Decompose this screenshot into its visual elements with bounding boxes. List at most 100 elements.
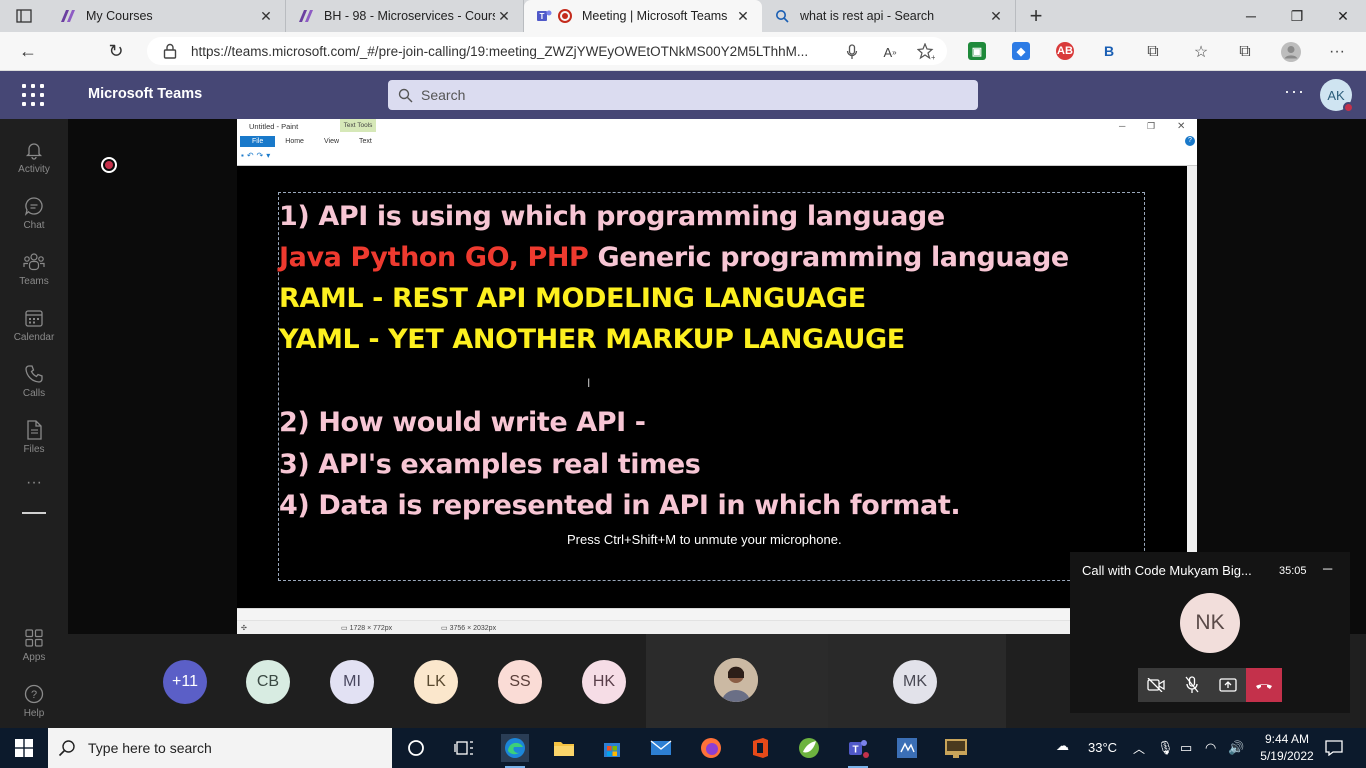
start-button[interactable] [0, 728, 48, 768]
teams-icon [23, 252, 45, 270]
read-aloud-icon[interactable]: A» [879, 41, 901, 63]
teams-search-input[interactable]: Search [388, 80, 978, 110]
rail-more-apps-button[interactable]: ··· [0, 457, 68, 509]
clock-time: 9:44 AM [1264, 732, 1310, 746]
bold-extension-icon[interactable]: B [1100, 42, 1118, 60]
store-icon[interactable] [598, 734, 626, 762]
participant-avatar[interactable]: MK [893, 660, 937, 704]
svg-text:?: ? [31, 689, 37, 701]
mail-icon[interactable] [647, 734, 675, 762]
cortana-icon[interactable] [402, 734, 430, 762]
participant-avatar[interactable]: CB [246, 660, 290, 704]
monitor-app-icon[interactable] [942, 734, 970, 762]
paint-window-title: Untitled - Paint [249, 122, 299, 131]
rail-item-activity[interactable]: Activity [0, 131, 68, 183]
address-bar-row: ← ↻ https://teams.microsoft.com/_#/pre-j… [0, 32, 1366, 71]
tab-title: My Courses [86, 9, 153, 23]
browser-tab-search[interactable]: what is rest api - Search ✕ [762, 0, 1016, 32]
rail-item-teams[interactable]: Teams [0, 243, 68, 295]
user-avatar[interactable]: AK [1320, 79, 1354, 113]
close-tab-icon[interactable]: ✕ [495, 8, 513, 25]
close-window-icon[interactable]: ✕ [1320, 0, 1366, 32]
participant-avatar[interactable]: HK [582, 660, 626, 704]
vscode-like-icon[interactable] [893, 734, 921, 762]
paint-menu-view[interactable]: View [314, 136, 349, 147]
teams-logo-icon: T [536, 8, 552, 24]
rail-item-calendar[interactable]: Calendar [0, 299, 68, 351]
battery-icon[interactable]: ▭ [1180, 740, 1192, 756]
tray-chevron-icon[interactable]: ︿ [1133, 740, 1145, 757]
minimize-call-icon[interactable]: ─ [1323, 561, 1332, 576]
extensions-puzzle-icon[interactable]: ⧉ [1142, 41, 1164, 63]
tray-microphone-icon[interactable]: 🎙 [1157, 740, 1174, 756]
paint-menu-home[interactable]: Home [275, 136, 314, 147]
browser-tab-my-courses[interactable]: My Courses ✕ [48, 0, 286, 32]
system-clock[interactable]: 9:44 AM 5/19/2022 [1256, 731, 1318, 765]
rail-item-files[interactable]: Files [0, 411, 68, 463]
close-tab-icon[interactable]: ✕ [987, 8, 1005, 25]
minimize-icon[interactable]: ─ [1228, 0, 1274, 32]
taskbar-search-input[interactable]: Type here to search [48, 728, 392, 768]
taskbar-search-placeholder: Type here to search [88, 740, 212, 756]
mute-hint: Press Ctrl+Shift+M to unmute your microp… [567, 532, 842, 547]
hang-up-button[interactable] [1246, 668, 1282, 702]
participant-photo[interactable] [714, 658, 758, 702]
microphone-icon[interactable] [841, 41, 863, 63]
svg-text:T: T [852, 745, 858, 756]
collections-icon[interactable]: ⧉ [1234, 41, 1256, 63]
weather-icon[interactable]: ☁ [1056, 738, 1069, 754]
favorites-icon[interactable]: ☆ [1190, 41, 1212, 63]
extension-icon[interactable]: ◆ [1012, 42, 1030, 60]
settings-more-icon[interactable]: ··· [1284, 81, 1305, 102]
office-icon[interactable] [746, 734, 774, 762]
browser-tab-bh-98[interactable]: BH - 98 - Microservices - Course ✕ [286, 0, 524, 32]
presence-busy-indicator [1343, 102, 1354, 113]
tab-actions-icon[interactable] [0, 0, 48, 32]
wifi-icon[interactable]: ◠ [1205, 740, 1216, 756]
refresh-button[interactable]: ↻ [102, 39, 130, 63]
rail-item-apps[interactable]: Apps [0, 619, 68, 671]
close-tab-icon[interactable]: ✕ [257, 8, 275, 25]
help-icon: ? [24, 684, 44, 703]
more-options-icon[interactable]: ··· [1326, 41, 1348, 63]
rail-item-help[interactable]: ? Help [0, 675, 68, 727]
back-button[interactable]: ← [14, 39, 42, 63]
edge-app-icon[interactable] [501, 734, 529, 768]
volume-icon[interactable]: 🔊 [1228, 740, 1244, 756]
adblock-extension-icon[interactable]: AB [1056, 42, 1074, 60]
rail-item-calls[interactable]: Calls [0, 355, 68, 407]
new-tab-button[interactable]: + [1016, 0, 1056, 32]
rail-label: Help [23, 707, 45, 719]
search-placeholder: Search [421, 87, 466, 103]
rail-label: Calendar [13, 331, 55, 343]
address-bar[interactable]: https://teams.microsoft.com/_#/pre-join-… [147, 37, 947, 65]
close-tab-icon[interactable]: ✕ [734, 8, 752, 25]
paint-menu-text[interactable]: Text [349, 136, 382, 147]
participant-avatar[interactable]: SS [498, 660, 542, 704]
notifications-icon[interactable] [1320, 734, 1348, 762]
paint-menu-file[interactable]: File [240, 136, 276, 147]
mic-off-button[interactable] [1174, 668, 1210, 702]
slide-line-1: 1) API is using which programming langua… [279, 201, 945, 232]
rail-item-chat[interactable]: Chat [0, 187, 68, 239]
sheets-extension-icon[interactable]: ▣ [968, 42, 986, 60]
restore-icon[interactable]: ❐ [1274, 0, 1320, 32]
weather-temperature[interactable]: 33°C [1088, 740, 1117, 755]
file-explorer-icon[interactable] [550, 734, 578, 762]
paint-ribbon: Untitled - Paint Text Tools File Home Vi… [237, 119, 1197, 166]
participant-avatar[interactable]: LK [414, 660, 458, 704]
firefox-icon[interactable] [697, 734, 725, 762]
app-launcher-icon[interactable] [22, 84, 44, 106]
slide-line-4: YAML - YET ANOTHER MARKUP LANGAUGE [279, 324, 905, 355]
profile-icon[interactable] [1280, 41, 1302, 63]
spring-tool-icon[interactable] [795, 734, 823, 762]
more-participants-button[interactable]: +11 [163, 660, 207, 704]
add-favorite-icon[interactable]: + [915, 41, 937, 63]
share-screen-button[interactable] [1210, 668, 1246, 702]
teams-taskbar-icon[interactable]: T [844, 734, 872, 768]
camera-off-button[interactable] [1138, 668, 1174, 702]
browser-tab-meeting[interactable]: T Meeting | Microsoft Teams ✕ [524, 0, 762, 32]
participant-avatar[interactable]: MI [330, 660, 374, 704]
task-view-icon[interactable] [450, 734, 478, 762]
slide-line-2: Java Python GO, PHP Generic programming … [279, 241, 1069, 275]
